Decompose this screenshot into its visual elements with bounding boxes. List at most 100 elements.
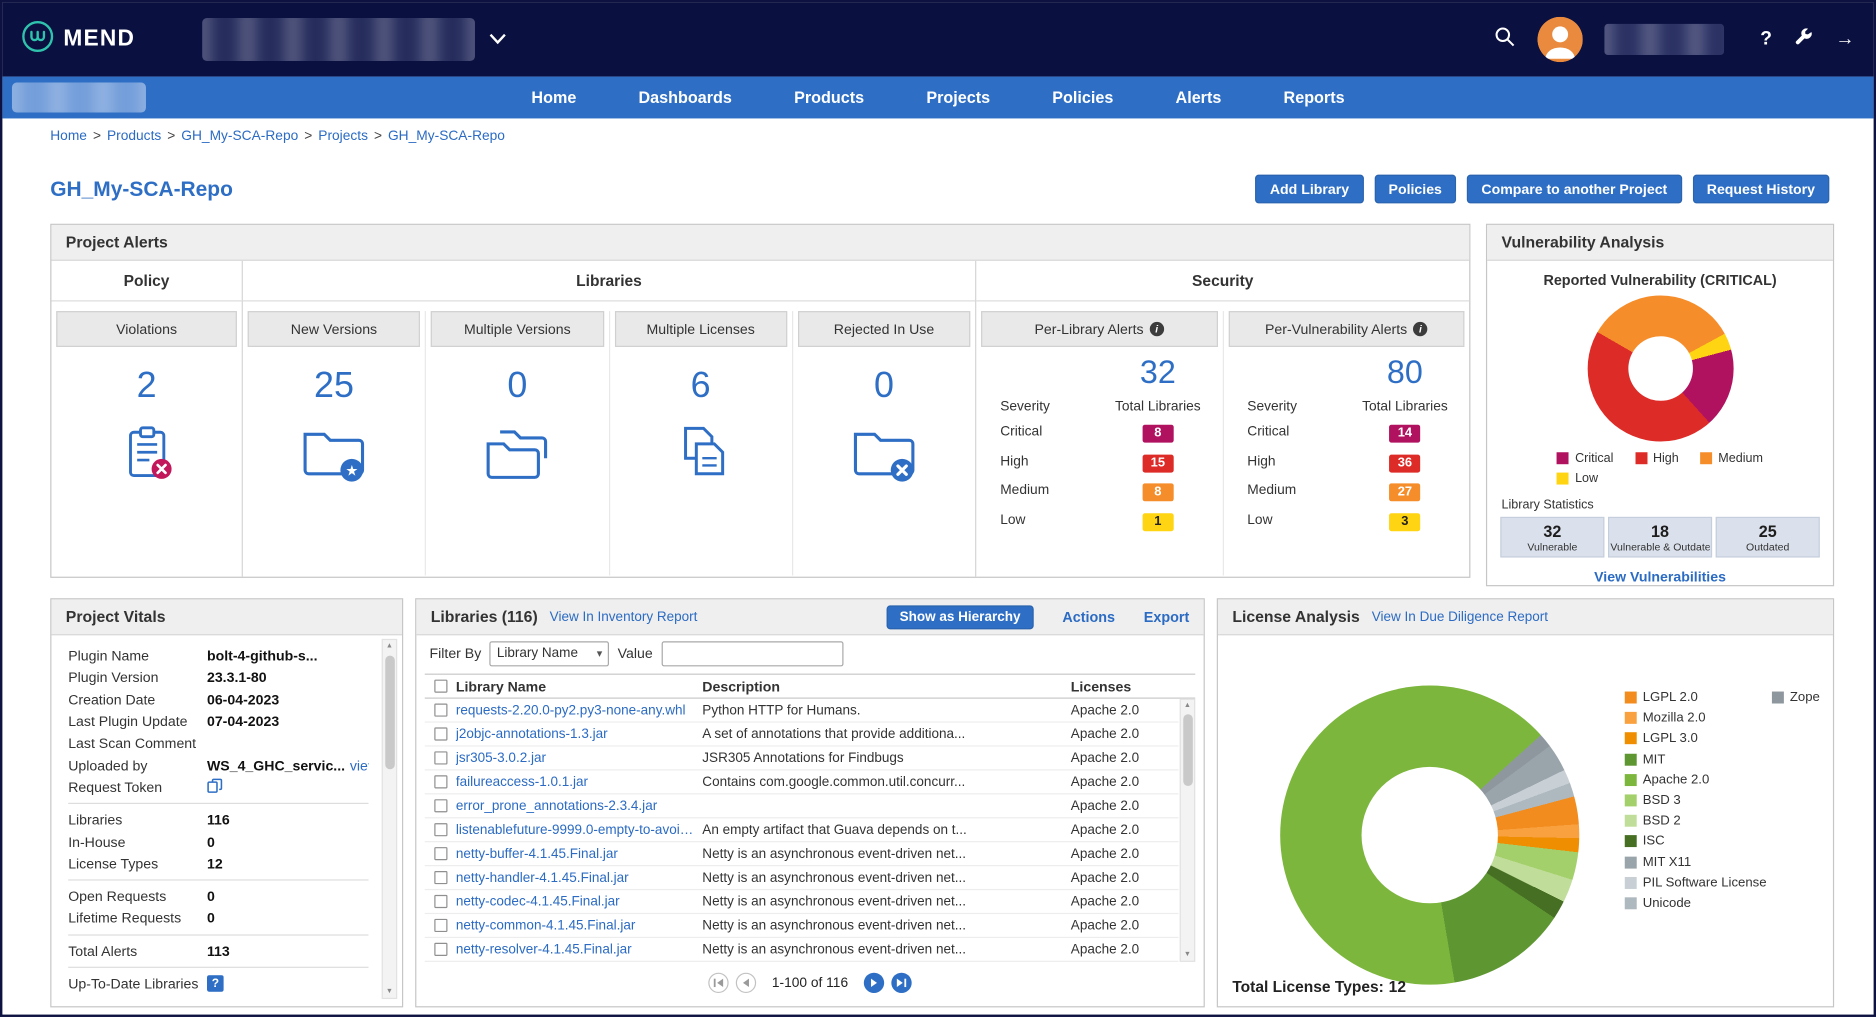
brand[interactable]: MEND (22, 20, 136, 58)
last-page-button[interactable] (891, 973, 911, 993)
severity-count-badge: 8 (1142, 425, 1173, 443)
library-name-link[interactable]: netty-common-4.1.45.Final.jar (456, 918, 702, 932)
total-license-types-value: 12 (1389, 977, 1406, 995)
library-name-link[interactable]: jsr305-3.0.2.jar (456, 751, 702, 765)
nav-item-dashboards[interactable]: Dashboards (639, 89, 732, 107)
legend-swatch (1635, 452, 1647, 464)
vitals-row: Open Requests0 (68, 885, 368, 907)
vitals-scrollbar[interactable]: ▲ ▼ (382, 639, 398, 999)
org-selector[interactable] (202, 18, 506, 61)
vulnerability-legend: CriticalHighMediumLow (1487, 451, 1833, 486)
breadcrumb-separator: > (93, 129, 101, 143)
license-analysis-title: License Analysis (1232, 608, 1359, 626)
policies-button[interactable]: Policies (1374, 175, 1456, 204)
view-inventory-report-link[interactable]: View In Inventory Report (550, 610, 698, 624)
row-checkbox[interactable] (434, 799, 447, 812)
compare-to-another-project-button[interactable]: Compare to another Project (1467, 175, 1682, 204)
first-page-button[interactable] (708, 973, 728, 993)
legend-label: PIL Software License (1643, 875, 1767, 889)
row-checkbox[interactable] (434, 919, 447, 932)
export-button[interactable]: Export (1144, 608, 1189, 625)
breadcrumb-link[interactable]: GH_My-SCA-Repo (181, 129, 298, 143)
filter-field-select[interactable]: Library Name ▾ (490, 641, 610, 666)
scrollbar-thumb[interactable] (1183, 714, 1193, 786)
breadcrumb-link[interactable]: GH_My-SCA-Repo (388, 129, 505, 143)
project-vitals-header: Project Vitals (51, 599, 402, 635)
show-as-hierarchy-button[interactable]: Show as Hierarchy (886, 605, 1033, 629)
library-name-link[interactable]: listenablefuture-9999.0-empty-to-avoid-c… (456, 823, 702, 837)
legend-swatch (1625, 712, 1637, 724)
breadcrumb-link[interactable]: Projects (318, 129, 368, 143)
library-statistics: 32Vulnerable18Vulnerable & Outdated25Out… (1487, 517, 1833, 558)
scroll-up-icon[interactable]: ▲ (1184, 702, 1191, 709)
scroll-down-icon[interactable]: ▼ (1184, 951, 1191, 958)
vitals-row: Last Plugin Update07-04-2023 (68, 711, 368, 733)
row-checkbox[interactable] (434, 871, 447, 884)
row-checkbox[interactable] (434, 823, 447, 836)
nav-item-alerts[interactable]: Alerts (1176, 89, 1222, 107)
row-checkbox[interactable] (434, 704, 447, 717)
library-name-link[interactable]: j2objc-annotations-1.3.jar (456, 727, 702, 741)
search-icon[interactable] (1493, 25, 1516, 54)
column-description[interactable]: Description (702, 678, 1071, 695)
signout-icon[interactable]: → (1835, 29, 1854, 51)
nav-item-policies[interactable]: Policies (1052, 89, 1113, 107)
info-icon[interactable]: i (1413, 322, 1427, 336)
library-name-link[interactable]: netty-buffer-4.1.45.Final.jar (456, 846, 702, 860)
scroll-up-icon[interactable]: ▲ (386, 642, 393, 649)
legend-label: ISC (1643, 834, 1665, 848)
select-all-checkbox[interactable] (434, 680, 447, 693)
legend-label: LGPL 2.0 (1643, 690, 1698, 704)
folder-new-icon: ★ (298, 422, 370, 490)
column-licenses[interactable]: Licenses (1071, 678, 1179, 695)
view-due-diligence-report-link[interactable]: View In Due Diligence Report (1372, 610, 1548, 624)
project-vitals-title: Project Vitals (66, 608, 166, 626)
vitals-row: Up-To-Date Libraries? (68, 973, 368, 995)
legend-swatch (1625, 692, 1637, 704)
library-name-link[interactable]: netty-codec-4.1.45.Final.jar (456, 894, 702, 908)
column-library-name[interactable]: Library Name (456, 678, 702, 695)
library-name-link[interactable]: netty-handler-4.1.45.Final.jar (456, 870, 702, 884)
severity-name: Low (1247, 513, 1350, 527)
breadcrumb-link[interactable]: Home (50, 129, 87, 143)
scrollbar-thumb[interactable] (385, 656, 395, 770)
library-description: Netty is an asynchronous event-driven ne… (702, 870, 1071, 884)
add-library-button[interactable]: Add Library (1256, 175, 1364, 204)
breadcrumb-link[interactable]: Products (107, 129, 161, 143)
view-link[interactable]: view (350, 757, 369, 774)
library-name-link[interactable]: netty-resolver-4.1.45.Final.jar (456, 942, 702, 956)
vitals-value: 0 (207, 888, 215, 905)
row-checkbox[interactable] (434, 847, 447, 860)
row-checkbox[interactable] (434, 895, 447, 908)
user-avatar[interactable] (1538, 17, 1583, 62)
next-page-button[interactable] (864, 973, 884, 993)
nav-item-projects[interactable]: Projects (926, 89, 990, 107)
request-history-button[interactable]: Request History (1692, 175, 1829, 204)
total-alerts-count: 32 (1103, 354, 1212, 391)
info-icon[interactable]: i (1150, 322, 1164, 336)
nav-item-products[interactable]: Products (794, 89, 864, 107)
help-icon[interactable]: ? (1760, 29, 1772, 51)
library-name-link[interactable]: error_prone_annotations-2.3.4.jar (456, 799, 702, 813)
prev-page-button[interactable] (736, 973, 756, 993)
help-icon[interactable]: ? (207, 975, 224, 992)
library-description: JSR305 Annotations for Findbugs (702, 751, 1071, 765)
row-checkbox[interactable] (434, 943, 447, 956)
row-checkbox[interactable] (434, 775, 447, 788)
row-checkbox[interactable] (434, 751, 447, 764)
filter-value-input[interactable] (661, 641, 843, 666)
severity-header: Severity (1247, 399, 1350, 413)
table-scrollbar[interactable]: ▲ ▼ (1180, 699, 1196, 962)
copy-icon[interactable] (207, 778, 223, 797)
actions-menu[interactable]: Actions (1062, 608, 1115, 625)
wrench-icon[interactable] (1793, 26, 1813, 52)
nav-item-reports[interactable]: Reports (1284, 89, 1345, 107)
library-name-link[interactable]: failureaccess-1.0.1.jar (456, 775, 702, 789)
pagination-label: 1-100 of 116 (772, 976, 848, 990)
view-vulnerabilities-link[interactable]: View Vulnerabilities (1487, 568, 1833, 585)
scroll-down-icon[interactable]: ▼ (386, 988, 393, 995)
row-checkbox[interactable] (434, 727, 447, 740)
library-license: Apache 2.0 (1071, 823, 1179, 837)
library-name-link[interactable]: requests-2.20.0-py2.py3-none-any.whl (456, 703, 702, 717)
nav-item-home[interactable]: Home (531, 89, 576, 107)
